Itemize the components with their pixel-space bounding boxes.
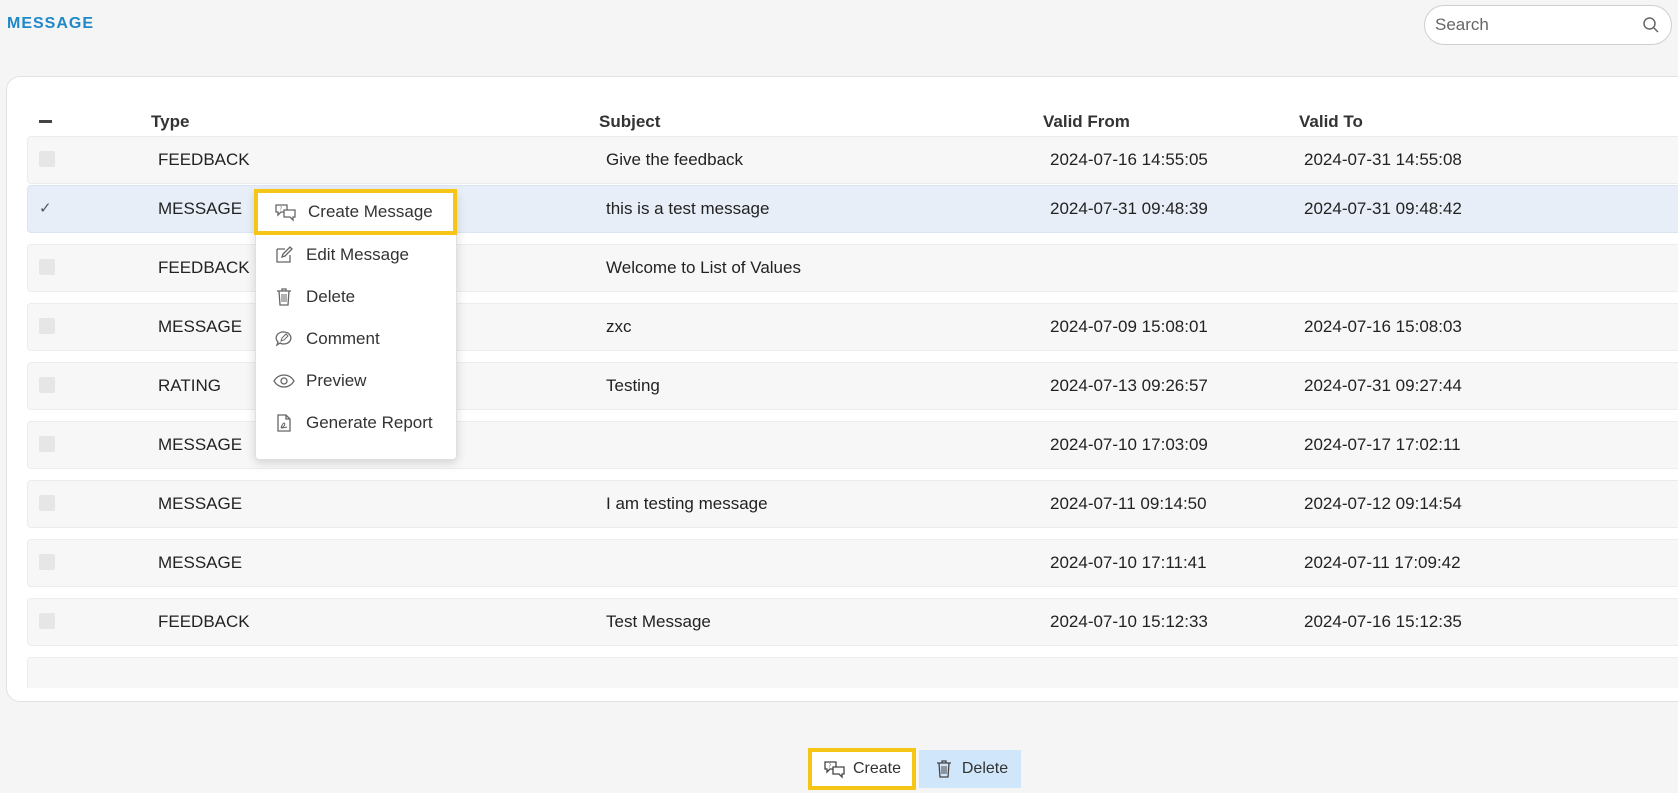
cell-valid-to: 2024-07-11 17:09:42 bbox=[1304, 553, 1461, 572]
row-checkbox[interactable] bbox=[39, 554, 55, 570]
chat-bubbles-icon: ? bbox=[823, 757, 847, 781]
row-checkbox[interactable] bbox=[39, 151, 55, 167]
row-checkbox[interactable] bbox=[39, 613, 55, 629]
row-checkbox[interactable] bbox=[39, 259, 55, 275]
cell-valid-to: 2024-07-31 09:27:44 bbox=[1304, 376, 1462, 395]
table-row[interactable]: MESSAGE 2024-07-10 17:11:41 2024-07-11 1… bbox=[27, 539, 1678, 587]
eye-icon bbox=[272, 369, 296, 393]
menu-item-create-message[interactable]: ? Create Message bbox=[254, 189, 457, 235]
select-all-checkbox[interactable] bbox=[39, 120, 52, 123]
page-title: MESSAGE bbox=[7, 15, 95, 32]
svg-text:?: ? bbox=[828, 764, 831, 770]
column-header-subject[interactable]: Subject bbox=[599, 105, 660, 139]
menu-item-generate-report[interactable]: Generate Report bbox=[256, 401, 458, 445]
create-button[interactable]: ? Create bbox=[808, 748, 916, 790]
trash-icon bbox=[272, 285, 296, 309]
column-header-valid-to[interactable]: Valid To bbox=[1299, 105, 1363, 139]
cell-type: MESSAGE bbox=[158, 553, 243, 572]
column-header-type[interactable]: Type bbox=[151, 105, 189, 139]
menu-item-label: Comment bbox=[306, 329, 380, 348]
delete-button[interactable]: Delete bbox=[919, 750, 1021, 788]
menu-item-label: Preview bbox=[306, 371, 367, 390]
menu-item-label: Delete bbox=[306, 287, 356, 306]
cell-type: MESSAGE bbox=[158, 435, 243, 454]
search-icon[interactable] bbox=[1641, 15, 1661, 35]
row-check-icon[interactable]: ✓ bbox=[39, 186, 55, 232]
menu-item-label: Edit Message bbox=[306, 245, 409, 264]
menu-item-delete[interactable]: Delete bbox=[256, 275, 458, 319]
create-button-label: Create bbox=[852, 760, 902, 777]
column-header-valid-from[interactable]: Valid From bbox=[1043, 105, 1130, 139]
cell-valid-to: 2024-07-12 09:14:54 bbox=[1304, 494, 1462, 513]
search-input[interactable] bbox=[1435, 15, 1641, 35]
cell-subject: Test Message bbox=[606, 612, 711, 631]
cell-valid-from: 2024-07-10 17:11:41 bbox=[1050, 553, 1207, 572]
cell-valid-from: 2024-07-13 09:26:57 bbox=[1050, 376, 1208, 395]
cell-type: MESSAGE bbox=[158, 199, 243, 218]
menu-item-label: Generate Report bbox=[306, 413, 433, 432]
search-box[interactable] bbox=[1424, 5, 1672, 45]
table-row-partial[interactable] bbox=[27, 657, 1678, 688]
cell-valid-from: 2024-07-10 15:12:33 bbox=[1050, 612, 1208, 631]
trash-icon bbox=[932, 757, 956, 781]
cell-subject: Give the feedback bbox=[606, 150, 744, 169]
cell-valid-from: 2024-07-09 15:08:01 bbox=[1050, 317, 1208, 336]
cell-type: FEEDBACK bbox=[158, 258, 250, 277]
cell-valid-from: 2024-07-11 09:14:50 bbox=[1050, 494, 1207, 513]
cell-type: MESSAGE bbox=[158, 494, 243, 513]
row-checkbox[interactable] bbox=[39, 377, 55, 393]
cell-valid-from: 2024-07-10 17:03:09 bbox=[1050, 435, 1208, 454]
cell-subject: zxc bbox=[606, 317, 632, 336]
cell-valid-to: 2024-07-31 09:48:42 bbox=[1304, 199, 1462, 218]
menu-item-comment[interactable]: Comment bbox=[256, 317, 458, 361]
cell-type: RATING bbox=[158, 376, 221, 395]
cell-valid-to: 2024-07-17 17:02:11 bbox=[1304, 435, 1461, 454]
table-row[interactable]: FEEDBACK Give the feedback 2024-07-16 14… bbox=[27, 136, 1678, 184]
row-checkbox[interactable] bbox=[39, 318, 55, 334]
row-checkbox[interactable] bbox=[39, 436, 55, 452]
comment-icon bbox=[272, 327, 296, 351]
cell-subject: Welcome to List of Values bbox=[606, 258, 801, 277]
table-row[interactable]: MESSAGE I am testing message 2024-07-11 … bbox=[27, 480, 1678, 528]
cell-valid-from: 2024-07-16 14:55:05 bbox=[1050, 150, 1208, 169]
cell-valid-to: 2024-07-31 14:55:08 bbox=[1304, 150, 1462, 169]
report-icon bbox=[272, 411, 296, 435]
cell-type: MESSAGE bbox=[158, 317, 243, 336]
edit-icon bbox=[272, 243, 296, 267]
cell-subject: this is a test message bbox=[606, 199, 770, 218]
cell-valid-to: 2024-07-16 15:08:03 bbox=[1304, 317, 1462, 336]
table-row[interactable]: FEEDBACK Test Message 2024-07-10 15:12:3… bbox=[27, 598, 1678, 646]
cell-type: FEEDBACK bbox=[158, 612, 250, 631]
cell-valid-from: 2024-07-31 09:48:39 bbox=[1050, 199, 1208, 218]
svg-text:?: ? bbox=[280, 207, 283, 213]
message-page: MESSAGE Type Subject Valid From Valid To… bbox=[0, 0, 1678, 793]
chat-bubbles-icon: ? bbox=[274, 200, 298, 224]
menu-item-edit-message[interactable]: Edit Message bbox=[256, 233, 458, 277]
table-header: Type Subject Valid From Valid To bbox=[7, 105, 1678, 139]
cell-subject: I am testing message bbox=[606, 494, 768, 513]
cell-valid-to: 2024-07-16 15:12:35 bbox=[1304, 612, 1462, 631]
row-context-menu: ? Create Message Edit Message Delete Com… bbox=[254, 189, 458, 460]
cell-subject: Testing bbox=[606, 376, 660, 395]
row-checkbox[interactable] bbox=[39, 495, 55, 511]
delete-button-label: Delete bbox=[961, 760, 1009, 777]
menu-item-label: Create Message bbox=[308, 202, 433, 221]
cell-type: FEEDBACK bbox=[158, 150, 250, 169]
menu-item-preview[interactable]: Preview bbox=[256, 359, 458, 403]
